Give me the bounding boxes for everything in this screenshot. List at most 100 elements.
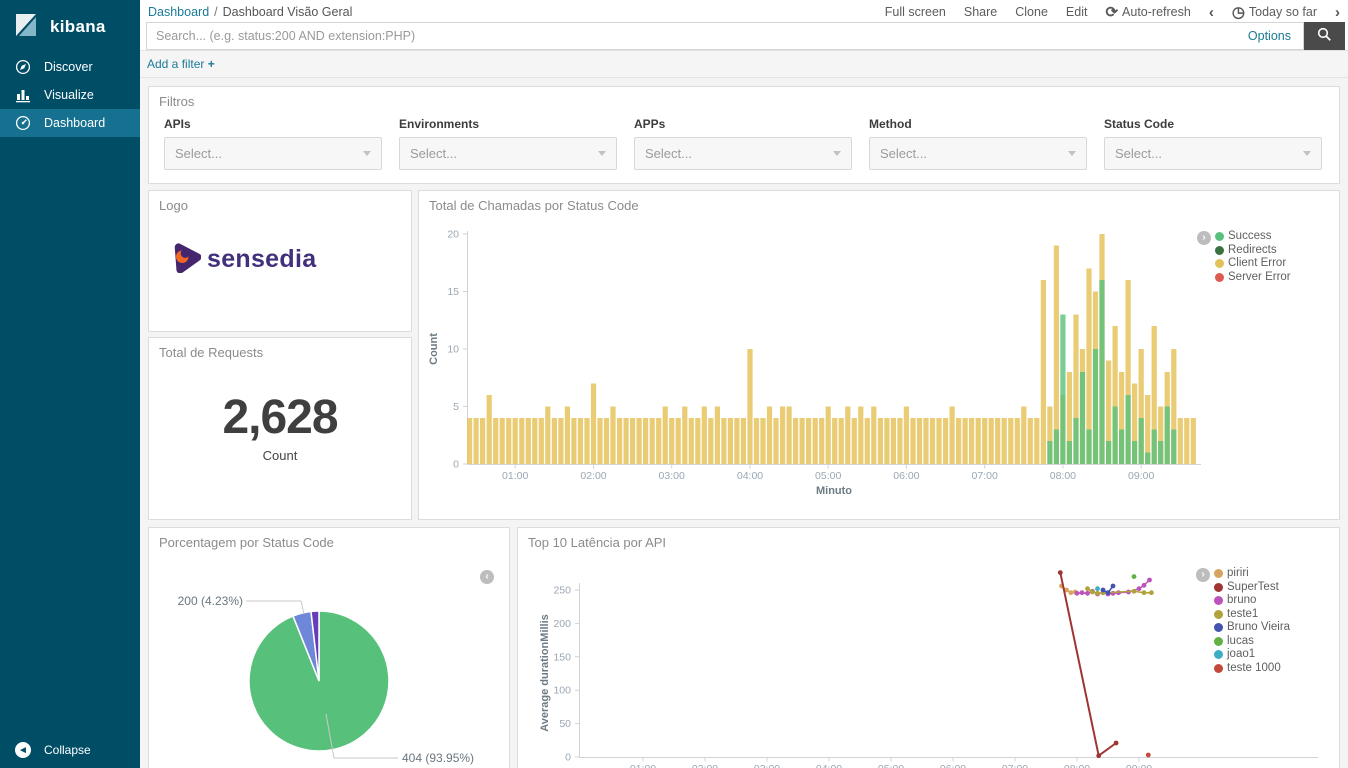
kibana-logo-text: kibana [50,17,106,37]
panel-title: Total de Requests [159,345,263,360]
clone-button[interactable]: Clone [1015,5,1048,19]
legend-swatch [1214,650,1223,659]
top-menu: Full screen Share Clone Edit ⟳ Auto-refr… [885,5,1340,20]
time-back-button[interactable]: ‹ [1209,5,1214,20]
legend-toggle-icon[interactable]: ‹ [480,570,494,584]
edit-button[interactable]: Edit [1066,5,1088,19]
filter-field-apis: APIs Select... [164,117,382,170]
panel-logo: Logo sensedia [148,190,412,332]
search-icon [1317,27,1332,45]
options-link[interactable]: Options [1236,29,1303,43]
svg-text:200 (4.23%): 200 (4.23%) [178,594,243,608]
sidebar-item-label: Dashboard [44,116,105,130]
legend-item[interactable]: Redirects [1215,244,1291,258]
panel-latency-line: Top 10 Latência por API 0501001502002500… [517,527,1340,768]
method-select[interactable]: Select... [869,137,1087,170]
filter-field-environments: Environments Select... [399,117,617,170]
filter-label: APIs [164,117,382,131]
legend-item[interactable]: teste1 [1214,608,1290,622]
clock-icon: ◷ [1232,5,1245,20]
svg-text:250: 250 [553,585,571,597]
search-box: Options [146,22,1304,50]
legend-item[interactable]: Client Error [1215,257,1291,271]
apis-select[interactable]: Select... [164,137,382,170]
legend-toggle-icon[interactable]: › [1197,231,1211,245]
legend-swatch [1214,637,1223,646]
legend-item[interactable]: piriri [1214,567,1290,581]
search-input[interactable] [147,29,1236,43]
latency-legend: piririSuperTestbrunoteste1Bruno Vieiralu… [1214,567,1290,675]
panel-status-code-pie: Porcentagem por Status Code 200 (4.23%)4… [148,527,510,768]
svg-text:05:00: 05:00 [815,470,841,482]
sidebar-item-dashboard[interactable]: Dashboard [0,109,140,137]
filter-label: Method [869,117,1087,131]
filter-field-status-code: Status Code Select... [1104,117,1322,170]
sidebar-item-discover[interactable]: Discover [0,53,140,81]
svg-text:Count: Count [428,333,440,365]
legend-label: Client Error [1228,257,1286,271]
legend-item[interactable]: SuperTest [1214,581,1290,595]
plus-icon: + [208,57,215,71]
svg-text:150: 150 [553,651,571,663]
dashboard-content: Filtros APIs Select... Environments Sele… [140,78,1348,768]
legend-item[interactable]: Bruno Vieira [1214,621,1290,635]
add-filter-button[interactable]: Add a filter + [147,57,215,71]
panel-title: Logo [159,198,188,213]
svg-text:100: 100 [553,685,571,697]
search-row: Options [146,22,1345,50]
status-code-select[interactable]: Select... [1104,137,1322,170]
legend-item[interactable]: teste 1000 [1214,662,1290,676]
time-range-button[interactable]: ◷ Today so far [1232,5,1317,20]
svg-text:07:00: 07:00 [972,470,998,482]
svg-text:08:00: 08:00 [1064,763,1090,768]
legend-label: Redirects [1228,244,1277,258]
legend-item[interactable]: bruno [1214,594,1290,608]
bar-chart-icon [15,87,31,103]
dashboard-gauge-icon [15,115,31,131]
legend-swatch [1214,596,1223,605]
chevron-down-icon [833,151,841,156]
panel-status-code-calls: Total de Chamadas por Status Code 051015… [418,190,1340,520]
legend-swatch [1214,583,1223,592]
breadcrumb-separator: / [214,5,217,19]
search-button[interactable] [1304,22,1345,50]
legend-item[interactable]: lucas [1214,635,1290,649]
legend-swatch [1214,569,1223,578]
legend-toggle-icon[interactable]: › [1196,568,1210,582]
collapse-arrow-icon: ◄ [15,742,31,758]
breadcrumb-dashboard-link[interactable]: Dashboard [148,5,209,19]
legend-item[interactable]: joao1 [1214,648,1290,662]
svg-text:Minuto: Minuto [816,485,852,497]
compass-icon [15,59,31,75]
sidebar-collapse-button[interactable]: ◄ Collapse [0,742,91,758]
svg-text:06:00: 06:00 [940,763,966,768]
legend-label: piriri [1227,567,1249,581]
svg-text:50: 50 [559,718,571,730]
svg-text:404 (93.95%): 404 (93.95%) [402,751,474,765]
auto-refresh-button[interactable]: ⟳ Auto-refresh [1105,5,1190,20]
legend-swatch [1214,610,1223,619]
legend-label: Bruno Vieira [1227,621,1290,635]
sidebar-item-visualize[interactable]: Visualize [0,81,140,109]
sensedia-logo-icon [171,243,201,276]
main-area: Dashboard / Dashboard Visão Geral Full s… [140,0,1348,768]
sensedia-logo: sensedia [171,243,316,276]
time-forward-button[interactable]: › [1335,5,1340,20]
apps-select[interactable]: Select... [634,137,852,170]
kibana-logo[interactable]: kibana [0,0,140,53]
fullscreen-button[interactable]: Full screen [885,5,946,19]
filter-field-method: Method Select... [869,117,1087,170]
status-pie-chart[interactable]: 200 (4.23%) 404 (93.95%) [149,528,509,768]
legend-label: Server Error [1228,271,1291,285]
legend-item[interactable]: Success [1215,230,1291,244]
chevron-down-icon [1068,151,1076,156]
svg-text:04:00: 04:00 [816,763,842,768]
svg-text:09:00: 09:00 [1128,470,1154,482]
legend-label: lucas [1227,635,1254,649]
share-button[interactable]: Share [964,5,997,19]
requests-count-unit: Count [149,448,411,463]
environments-select[interactable]: Select... [399,137,617,170]
legend-item[interactable]: Server Error [1215,271,1291,285]
panel-total-requests: Total de Requests 2,628 Count [148,337,412,520]
svg-text:03:00: 03:00 [754,763,780,768]
